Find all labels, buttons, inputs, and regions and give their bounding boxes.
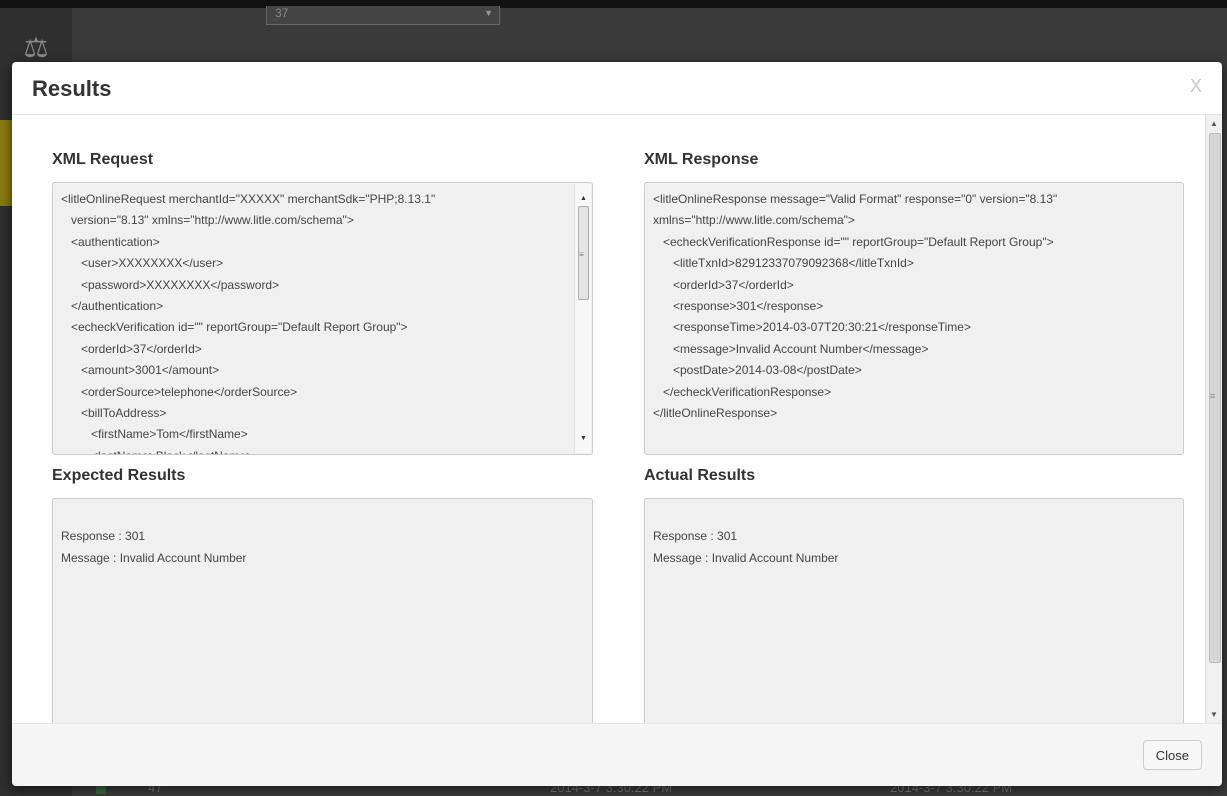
arrow-down-icon[interactable]: ▼: [580, 428, 587, 449]
actual-results-content: Response : 301 Message : Invalid Account…: [653, 529, 839, 565]
xml-response-content: <litleOnlineResponse message="Valid Form…: [653, 192, 1058, 421]
modal-header: Results X: [12, 62, 1222, 115]
grip-icon: ≡: [1210, 391, 1216, 401]
modal-footer: Close: [12, 723, 1222, 786]
actual-results-box[interactable]: Response : 301 Message : Invalid Account…: [644, 498, 1184, 723]
xml-response-box[interactable]: <litleOnlineResponse message="Valid Form…: [644, 182, 1184, 455]
xml-request-content: <litleOnlineRequest merchantId="XXXXX" m…: [61, 192, 436, 454]
arrow-down-icon[interactable]: ▼: [1210, 710, 1218, 719]
close-icon[interactable]: X: [1190, 76, 1202, 97]
modal-scrollbar[interactable]: ▲ ≡ ▼: [1205, 115, 1222, 723]
xml-response-title: XML Response: [644, 151, 759, 168]
xml-request-scrollbar[interactable]: ▲ ≡ ▼: [574, 184, 591, 453]
status-indicator: [96, 786, 106, 794]
modal-body: XML Request <litleOnlineRequest merchant…: [12, 115, 1206, 723]
caret-down-icon: ▼: [484, 8, 493, 18]
expected-results-title: Expected Results: [52, 467, 186, 484]
actual-results-title: Actual Results: [644, 467, 756, 484]
xml-request-title: XML Request: [52, 151, 154, 168]
background-select[interactable]: 37 ▼: [266, 6, 500, 25]
expected-results-content: Response : 301 Message : Invalid Account…: [61, 529, 247, 565]
arrow-up-icon[interactable]: ▲: [1210, 119, 1218, 128]
background-select-value: 37: [275, 6, 289, 20]
grip-icon: ≡: [579, 250, 584, 259]
close-button[interactable]: Close: [1142, 740, 1202, 770]
expected-results-box[interactable]: Response : 301 Message : Invalid Account…: [52, 498, 593, 723]
modal-title: Results: [32, 76, 112, 101]
results-modal: Results X XML Request <litleOnlineReques…: [12, 62, 1222, 786]
xml-request-box[interactable]: <litleOnlineRequest merchantId="XXXXX" m…: [52, 182, 593, 455]
top-bar: [0, 0, 1227, 8]
